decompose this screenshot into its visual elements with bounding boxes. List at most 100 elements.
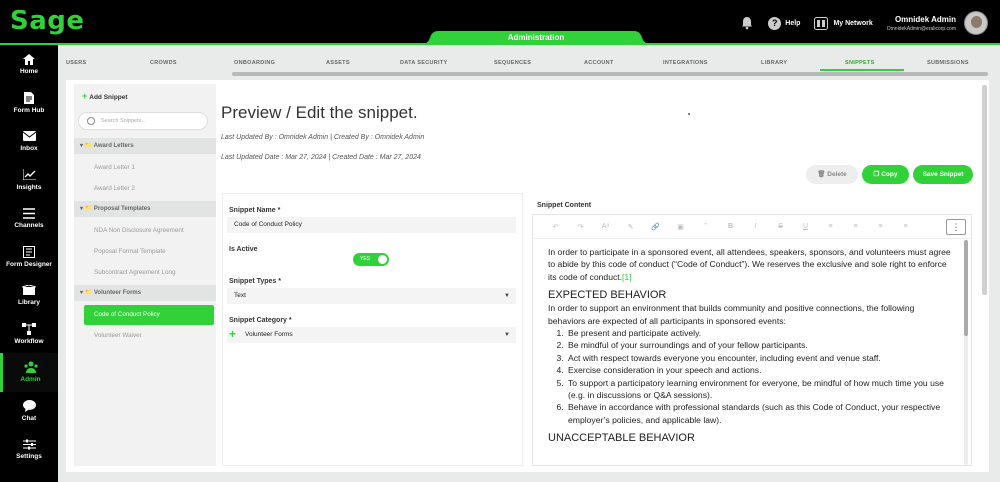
italic-icon[interactable]: I xyxy=(743,223,768,230)
editor-content[interactable]: In order to participate in a sponsored e… xyxy=(548,246,953,464)
editor-scrollbar[interactable] xyxy=(964,240,968,336)
list-item[interactable]: Award Letter 2 xyxy=(94,185,135,192)
sidebar-item-settings[interactable]: Settings xyxy=(0,430,58,469)
list-item: Be present and participate actively. xyxy=(566,327,953,339)
list-item: Be mindful of your surroundings and of y… xyxy=(566,339,953,351)
list-item: To support a participatory learning envi… xyxy=(566,377,953,402)
list-item: Act with respect towards everyone you en… xyxy=(566,352,953,364)
tab-snippets[interactable]: SNIPPETS xyxy=(845,60,875,66)
intro-paragraph: In order to participate in a sponsored e… xyxy=(548,247,951,282)
strikethrough-icon[interactable]: S xyxy=(768,223,793,230)
search-input[interactable]: Search Snippets... xyxy=(78,112,208,130)
header-divider xyxy=(0,43,1000,45)
my-network-link[interactable]: My Network xyxy=(814,16,873,30)
list-item[interactable]: Volunteer Waiver xyxy=(94,332,142,339)
sidebar-item-library[interactable]: Library xyxy=(0,276,58,315)
group-proposal-templates[interactable]: ▾ 📁 Proposal Templates xyxy=(74,201,216,217)
form-designer-icon xyxy=(22,245,36,258)
align-justify-icon[interactable]: ≡ xyxy=(893,223,918,230)
redo-icon[interactable]: ↷ xyxy=(568,223,593,231)
align-center-icon[interactable]: ≡ xyxy=(843,223,868,230)
tab-library[interactable]: LIBRARY xyxy=(761,60,787,66)
help-icon: ? xyxy=(768,16,782,30)
snippet-types-select[interactable]: Text ▼ xyxy=(227,288,516,304)
sidebar-item-workflow[interactable]: Workflow xyxy=(0,315,58,354)
align-right-icon[interactable]: ≡ xyxy=(868,223,893,230)
tab-users[interactable]: USERS xyxy=(66,60,86,66)
underline-icon[interactable]: U xyxy=(793,223,818,230)
folder-icon: 📁 xyxy=(84,143,93,149)
document-icon xyxy=(22,91,36,104)
page-scrollbar[interactable] xyxy=(982,85,987,295)
citation-link[interactable]: [1] xyxy=(622,272,632,282)
bold-icon[interactable]: B xyxy=(718,223,743,230)
active-tab-indicator xyxy=(820,69,904,71)
tab-data-security[interactable]: DATA SECURITY xyxy=(400,60,448,66)
quote-icon[interactable]: ” xyxy=(693,223,718,230)
list-item[interactable]: NDA Non Disclosure Agreement xyxy=(94,227,184,234)
group-award-letters[interactable]: ▾ 📁 Award Letters xyxy=(74,138,216,154)
tab-sequences[interactable]: SEQUENCES xyxy=(494,60,531,66)
copy-icon: ❐ xyxy=(873,171,880,178)
sidebar-item-channels[interactable]: Channels xyxy=(0,199,58,238)
help-link[interactable]: ? Help xyxy=(768,16,800,30)
expected-behavior-heading: EXPECTED BEHAVIOR xyxy=(548,289,667,302)
sage-logo[interactable]: Sage xyxy=(10,6,85,36)
network-icon xyxy=(814,16,829,30)
snippet-category-label: Snippet Category * xyxy=(229,317,292,324)
bell-icon[interactable] xyxy=(740,16,754,30)
workflow-icon xyxy=(22,322,36,335)
chart-icon xyxy=(22,169,36,181)
list-item-selected[interactable]: Code of Conduct Policy xyxy=(84,305,214,325)
chevron-down-icon: ▾ xyxy=(80,290,84,296)
user-email: OmnidekAdmin@eralicorp.com xyxy=(886,25,956,32)
snippet-category-select[interactable]: + Volunteer Forms ▼ xyxy=(227,327,516,343)
plus-icon: + xyxy=(229,327,237,341)
list-item[interactable]: Award Letter 1 xyxy=(94,164,135,171)
updated-by-meta: Last Updated By : Omnidek Admin | Create… xyxy=(221,134,425,141)
tab-onboarding[interactable]: ONBOARDING xyxy=(234,60,275,66)
sidebar-item-form-hub[interactable]: Form Hub xyxy=(0,84,58,123)
sidebar-item-inbox[interactable]: Inbox xyxy=(0,122,58,161)
updated-date-meta: Last Updated Date : Mar 27, 2024 | Creat… xyxy=(221,154,421,161)
sidebar-item-chat[interactable]: Chat xyxy=(0,392,58,431)
list-item: Exercise consideration in your speech an… xyxy=(566,364,953,376)
more-options-icon[interactable]: ⋮ xyxy=(946,219,966,235)
list-item[interactable]: Subcontract Agreement Long xyxy=(94,269,176,276)
undo-icon[interactable]: ↶ xyxy=(543,223,568,231)
horizontal-scrollbar[interactable] xyxy=(232,72,988,76)
save-snippet-button[interactable]: Save Snippet xyxy=(913,165,973,184)
tab-account[interactable]: ACCOUNT xyxy=(584,60,614,66)
highlight-icon[interactable]: ✎ xyxy=(618,223,643,231)
list-item[interactable]: Poposal Format Template xyxy=(94,248,166,255)
caret-down-icon: ▼ xyxy=(504,332,510,338)
user-info[interactable]: Omnidek Admin OmnidekAdmin@eralicorp.com xyxy=(887,15,956,32)
sidebar: Home Form Hub Inbox Insights Channels Fo… xyxy=(0,45,58,482)
avatar[interactable] xyxy=(964,11,988,35)
folder-icon: 📁 xyxy=(84,290,93,296)
sidebar-item-insights[interactable]: Insights xyxy=(0,161,58,200)
sidebar-item-form-designer[interactable]: Form Designer xyxy=(0,238,58,277)
font-size-icon[interactable]: Aᵃ xyxy=(593,223,618,230)
align-left-icon[interactable]: ≡ xyxy=(818,223,843,230)
envelope-icon xyxy=(22,130,36,142)
settings-icon xyxy=(22,438,36,450)
tab-assets[interactable]: ASSETS xyxy=(326,60,350,66)
is-active-toggle[interactable]: YES xyxy=(353,253,389,266)
add-snippet-button[interactable]: + Add Snippet xyxy=(82,91,128,101)
copy-button[interactable]: ❐ Copy xyxy=(862,165,909,184)
group-volunteer-forms[interactable]: ▾ 📁 Volunteer Forms xyxy=(74,285,216,301)
tab-submissions[interactable]: SUBMISSIONS xyxy=(927,60,969,66)
sidebar-item-admin[interactable]: Admin xyxy=(0,353,58,392)
chevron-down-icon: ▾ xyxy=(80,206,84,212)
tab-integrations[interactable]: INTEGRATIONS xyxy=(663,60,708,66)
link-icon[interactable]: 🔗 xyxy=(643,223,668,231)
snippet-name-input[interactable]: Code of Conduct Policy xyxy=(227,217,516,233)
image-icon[interactable]: ▣ xyxy=(668,223,693,231)
home-icon xyxy=(22,53,36,65)
tab-crowds[interactable]: CROWDS xyxy=(150,60,177,66)
expected-behavior-list: Be present and participate actively. Be … xyxy=(566,327,953,426)
editor-toolbar: ↶ ↷ Aᵃ ✎ 🔗 ▣ ” B I S U ≡ ≡ ≡ ≡ xyxy=(533,215,971,239)
sidebar-item-home[interactable]: Home xyxy=(0,45,58,84)
delete-button[interactable]: 🗑 Delete xyxy=(806,165,858,184)
